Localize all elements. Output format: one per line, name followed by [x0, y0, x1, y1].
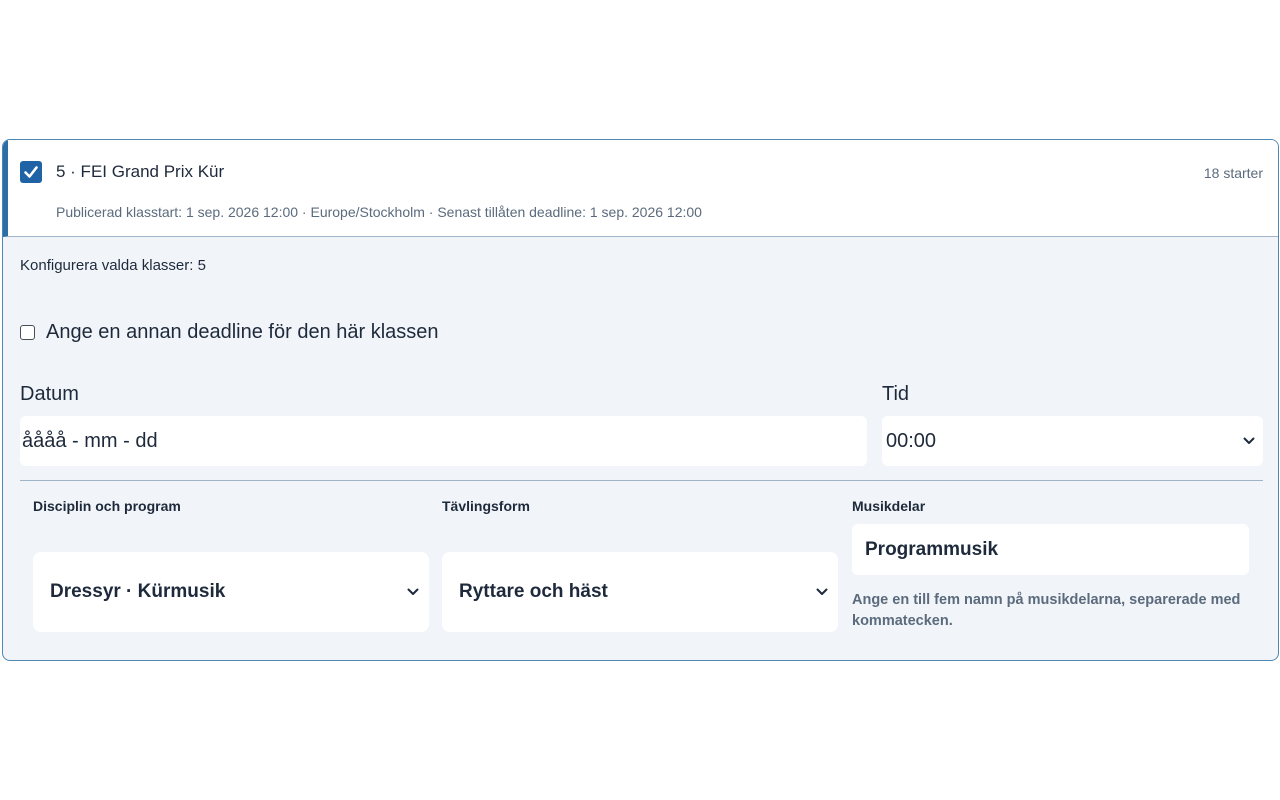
- chevron-down-icon: [1243, 437, 1255, 444]
- chevron-down-icon: [816, 588, 828, 595]
- section-divider: [20, 480, 1263, 481]
- starts-count: 18 starter: [1203, 165, 1263, 181]
- competition-form-select[interactable]: Ryttare och häst: [442, 552, 838, 632]
- custom-deadline-row[interactable]: Ange en annan deadline för den här klass…: [20, 321, 439, 344]
- class-card-header[interactable]: 5 · FEI Grand Prix Kür 18 starter Public…: [3, 140, 1278, 237]
- time-label: Tid: [882, 383, 910, 405]
- config-heading: Konfigurera valda klasser: 5: [20, 257, 206, 274]
- class-title: 5 · FEI Grand Prix Kür: [56, 162, 225, 181]
- discipline-value: Dressyr · Kürmusik: [50, 581, 226, 602]
- time-value: 00:00: [886, 429, 937, 452]
- class-card: 5 · FEI Grand Prix Kür 18 starter Public…: [2, 139, 1279, 661]
- class-meta: Publicerad klasstart: 1 sep. 2026 12:00 …: [56, 204, 702, 220]
- date-input[interactable]: åååå - mm - dd: [20, 416, 867, 466]
- music-parts-input[interactable]: Programmusik: [852, 524, 1249, 575]
- custom-deadline-checkbox[interactable]: [20, 325, 35, 340]
- discipline-select[interactable]: Dressyr · Kürmusik: [33, 552, 429, 632]
- class-select-checkbox[interactable]: [20, 161, 42, 183]
- custom-deadline-label[interactable]: Ange en annan deadline för den här klass…: [46, 321, 439, 344]
- discipline-label: Disciplin och program: [33, 498, 181, 514]
- competition-form-value: Ryttare och häst: [459, 581, 608, 602]
- time-select[interactable]: 00:00: [882, 416, 1263, 466]
- date-placeholder: åååå - mm - dd: [22, 429, 158, 452]
- music-parts-label: Musikdelar: [852, 498, 926, 514]
- music-parts-help: Ange en till fem namn på musikdelarna, s…: [852, 592, 1241, 629]
- competition-form-label: Tävlingsform: [442, 498, 530, 514]
- date-label: Datum: [20, 383, 79, 405]
- chevron-down-icon: [407, 588, 419, 595]
- checkmark-icon: [24, 166, 38, 178]
- music-parts-value: Programmusik: [865, 538, 999, 560]
